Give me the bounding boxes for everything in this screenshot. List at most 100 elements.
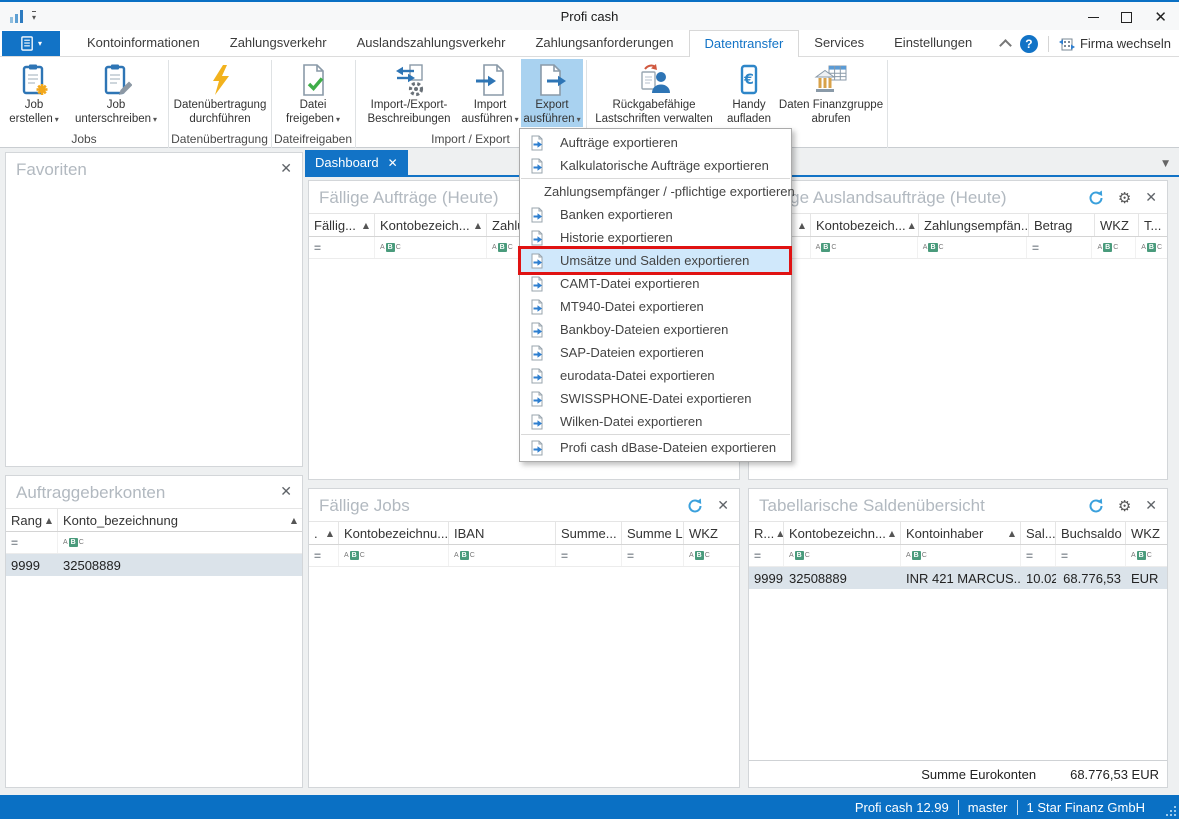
menu-item[interactable]: Aufträge exportieren bbox=[520, 131, 791, 154]
job-erstellen-button[interactable]: Job erstellen▾ bbox=[2, 59, 66, 127]
filter-cell[interactable]: ABC bbox=[918, 237, 1027, 258]
filter-cell[interactable]: = bbox=[556, 545, 622, 566]
refresh-icon[interactable] bbox=[687, 498, 703, 514]
close-panel-icon[interactable]: ✕ bbox=[1145, 191, 1157, 205]
tab-kontoinformationen[interactable]: Kontoinformationen bbox=[72, 30, 215, 56]
menu-item[interactable]: SWISSPHONE-Datei exportieren bbox=[520, 387, 791, 410]
handy-aufladen-button[interactable]: € Handy aufladen bbox=[722, 59, 776, 127]
menu-item[interactable]: Profi cash dBase-Dateien exportieren bbox=[520, 436, 791, 459]
gear-icon[interactable]: ⚙ bbox=[1118, 499, 1131, 514]
tab-zahlungsanforderungen[interactable]: Zahlungsanforderungen bbox=[520, 30, 688, 56]
refresh-icon[interactable] bbox=[1088, 190, 1104, 206]
menu-item-umsaetze-und-salden[interactable]: Umsätze und Salden exportieren bbox=[520, 249, 791, 272]
menu-item[interactable]: MT940-Datei exportieren bbox=[520, 295, 791, 318]
filter-cell[interactable]: = bbox=[1027, 237, 1093, 258]
maximize-icon[interactable] bbox=[1121, 12, 1132, 23]
column-header[interactable]: Kontobezeichnu... bbox=[339, 522, 449, 544]
menu-item[interactable]: SAP-Dateien exportieren bbox=[520, 341, 791, 364]
column-header[interactable]: Kontobezeich...▲ bbox=[375, 214, 487, 236]
tab-datentransfer[interactable]: Datentransfer bbox=[689, 30, 800, 57]
column-header[interactable]: T... bbox=[1139, 214, 1167, 236]
close-panel-icon[interactable]: ✕ bbox=[1145, 499, 1157, 513]
help-icon[interactable]: ? bbox=[1020, 35, 1038, 53]
table-row[interactable]: 9999 32508889 bbox=[6, 554, 302, 576]
quick-access-customize-icon[interactable]: ▾ bbox=[32, 11, 36, 23]
filter-cell[interactable]: ABC bbox=[1136, 237, 1167, 258]
column-header-kontobezeichnung[interactable]: Konto_bezeichnung▲ bbox=[58, 509, 302, 531]
column-header[interactable]: IBAN bbox=[449, 522, 556, 544]
tab-dashboard[interactable]: Dashboard ✕ bbox=[305, 150, 408, 175]
datei-freigeben-button[interactable]: Datei freigeben▾ bbox=[273, 59, 353, 127]
filter-cell[interactable]: ABC bbox=[901, 545, 1021, 566]
column-header[interactable]: Betrag bbox=[1029, 214, 1095, 236]
import-ausfuehren-button[interactable]: Import ausführen▾ bbox=[461, 59, 519, 127]
resize-grip[interactable] bbox=[1174, 814, 1176, 816]
tab-einstellungen[interactable]: Einstellungen bbox=[879, 30, 987, 56]
column-header-rang[interactable]: Rang▲ bbox=[6, 509, 58, 531]
collapse-ribbon-icon[interactable] bbox=[999, 39, 1012, 52]
gear-icon[interactable]: ⚙ bbox=[1118, 191, 1131, 206]
filter-cell[interactable]: = bbox=[1056, 545, 1126, 566]
tab-list-caret-icon[interactable]: ▼ bbox=[1162, 159, 1169, 169]
filter-cell[interactable]: ABC bbox=[449, 545, 556, 566]
app-menu-caret-icon: ▾ bbox=[38, 39, 42, 48]
minimize-icon[interactable] bbox=[1088, 17, 1099, 18]
column-header[interactable]: Kontobezeich...▲ bbox=[811, 214, 919, 236]
filter-cell[interactable]: = bbox=[309, 545, 339, 566]
filter-cell[interactable]: ABC bbox=[1126, 545, 1167, 566]
menu-item[interactable]: eurodata-Datei exportieren bbox=[520, 364, 791, 387]
menu-item[interactable]: Kalkulatorische Aufträge exportieren bbox=[520, 154, 791, 177]
menu-item[interactable]: CAMT-Datei exportieren bbox=[520, 272, 791, 295]
menu-item[interactable]: Historie exportieren bbox=[520, 226, 791, 249]
rueckgabefaehige-lastschriften-button[interactable]: Rückgabefähige Lastschriften verwalten bbox=[588, 59, 720, 127]
close-panel-icon[interactable]: ✕ bbox=[280, 485, 292, 499]
filter-cell[interactable]: = bbox=[622, 545, 684, 566]
filter-cell[interactable]: ABC bbox=[811, 237, 918, 258]
refresh-icon[interactable] bbox=[1088, 498, 1104, 514]
close-tab-icon[interactable]: ✕ bbox=[388, 156, 398, 170]
filter-cell[interactable]: = bbox=[749, 545, 784, 566]
tab-auslandszahlungsverkehr[interactable]: Auslandszahlungsverkehr bbox=[342, 30, 521, 56]
filter-cell[interactable]: ABC bbox=[339, 545, 449, 566]
cell-kontobezeichnung: 32508889 bbox=[784, 571, 901, 586]
filter-cell[interactable]: ABC bbox=[375, 237, 487, 258]
menu-item[interactable]: Zahlungsempfänger / -pflichtige exportie… bbox=[520, 180, 791, 203]
column-header[interactable]: Kontobezeichn...▲ bbox=[784, 522, 901, 544]
app-menu-button[interactable]: ▾ bbox=[2, 31, 60, 56]
column-header[interactable]: Zahlungsempfän... bbox=[919, 214, 1029, 236]
menu-item[interactable]: Banken exportieren bbox=[520, 203, 791, 226]
menu-item[interactable]: Wilken-Datei exportieren bbox=[520, 410, 791, 433]
filter-cell[interactable]: = bbox=[309, 237, 375, 258]
filter-cell[interactable]: = bbox=[6, 532, 58, 553]
column-header[interactable]: Summe L... bbox=[622, 522, 684, 544]
quick-access-chart-icon[interactable] bbox=[10, 10, 23, 23]
filter-cell[interactable]: ABC bbox=[684, 545, 739, 566]
column-header[interactable]: Fällig...▲ bbox=[309, 214, 375, 236]
daten-finanzgruppe-button[interactable]: Daten Finanzgruppe abrufen bbox=[778, 59, 884, 127]
close-panel-icon[interactable]: ✕ bbox=[280, 162, 292, 176]
export-ausfuehren-button[interactable]: Export ausführen▾ bbox=[521, 59, 583, 127]
filter-cell[interactable]: ABC bbox=[58, 532, 302, 553]
import-export-beschreibungen-button[interactable]: Import-/Export- Beschreibungen bbox=[357, 59, 461, 127]
datenuebertragung-durchfuehren-button[interactable]: Datenübertragung durchführen bbox=[170, 59, 270, 127]
close-panel-icon[interactable]: ✕ bbox=[717, 499, 729, 513]
table-row[interactable]: 9999 32508889 INR 421 MARCUS... 10.02. 6… bbox=[749, 567, 1167, 589]
filter-cell[interactable]: ABC bbox=[784, 545, 901, 566]
column-header[interactable]: Sal... bbox=[1021, 522, 1056, 544]
column-header[interactable]: .▲ bbox=[309, 522, 339, 544]
menu-item[interactable]: Bankboy-Dateien exportieren bbox=[520, 318, 791, 341]
column-header[interactable]: Buchsaldo bbox=[1056, 522, 1126, 544]
column-header[interactable]: WKZ bbox=[1126, 522, 1167, 544]
firma-wechseln-button[interactable]: Firma wechseln bbox=[1059, 36, 1171, 52]
filter-cell[interactable]: = bbox=[1021, 545, 1056, 566]
column-header[interactable]: R...▲ bbox=[749, 522, 784, 544]
column-header[interactable]: WKZ bbox=[684, 522, 739, 544]
column-header[interactable]: Summe... bbox=[556, 522, 622, 544]
tab-services[interactable]: Services bbox=[799, 30, 879, 56]
column-header[interactable]: WKZ bbox=[1095, 214, 1139, 236]
filter-cell[interactable]: ABC bbox=[1092, 237, 1136, 258]
tab-zahlungsverkehr[interactable]: Zahlungsverkehr bbox=[215, 30, 342, 56]
close-window-icon[interactable]: ✕ bbox=[1154, 10, 1167, 25]
job-unterschreiben-button[interactable]: Job unterschreiben▾ bbox=[66, 59, 166, 127]
column-header[interactable]: Kontoinhaber▲ bbox=[901, 522, 1021, 544]
